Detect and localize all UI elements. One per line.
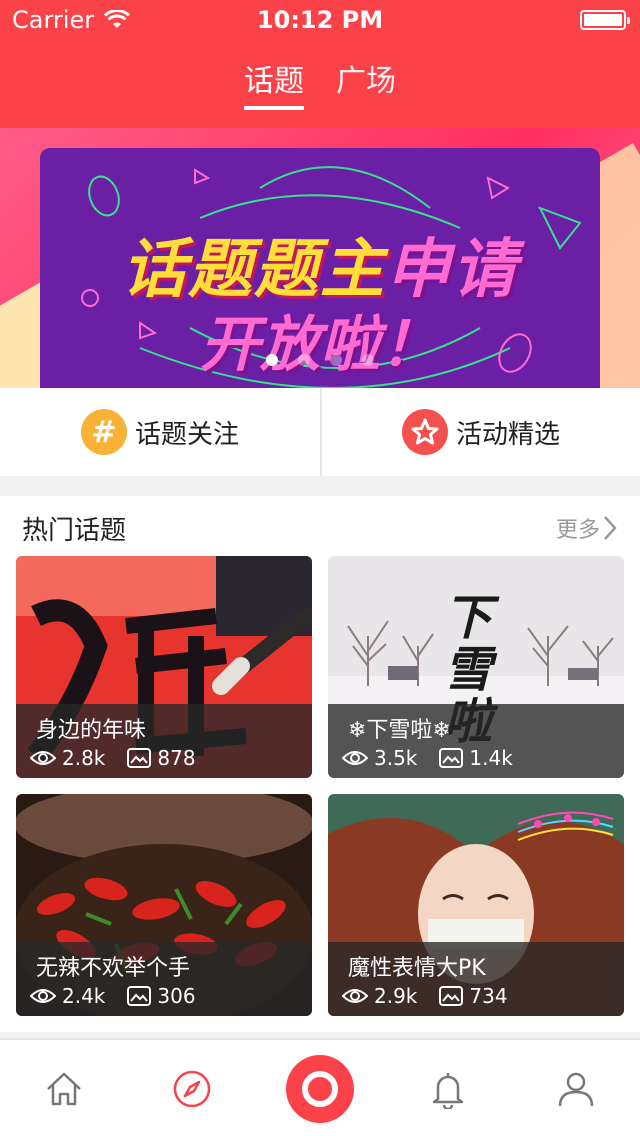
view-count: 2.9k (374, 984, 418, 1008)
topic-title: 无辣不欢举个手 (36, 956, 191, 981)
status-bar: Carrier 10:12 PM (0, 0, 640, 40)
topic-title: 身边的年味 (36, 718, 147, 743)
topic-stats: 3.5k 1.4k (342, 746, 535, 770)
tab-notifications[interactable] (384, 1040, 512, 1136)
image-count: 878 (157, 746, 196, 770)
banner-slide[interactable]: 话题题主申请 开放啦！ (40, 148, 600, 388)
hash-icon: # (80, 409, 127, 455)
follow-topics-label: 话题关注 (134, 419, 239, 450)
topic-title: 魔性表情大PK (348, 956, 486, 981)
topic-caption: 身边的年味 2.8k 878 (16, 704, 312, 778)
topic-card[interactable]: 下雪啦 ❄下雪啦❄ 3.5k 1.4k (328, 556, 624, 778)
record-button[interactable] (256, 1040, 384, 1136)
chevron-right-icon (604, 516, 617, 540)
topic-card[interactable]: 无辣不欢举个手 2.4k 306 (16, 794, 312, 1016)
header: Carrier 10:12 PM 话题 广场 (0, 0, 640, 128)
topic-card[interactable]: 身边的年味 2.8k 878 (16, 556, 312, 778)
image-count: 1.4k (469, 746, 513, 770)
tab-home[interactable] (0, 1040, 128, 1136)
image-icon (439, 748, 464, 768)
tab-square[interactable]: 广场 (336, 62, 396, 110)
view-count: 2.4k (62, 984, 106, 1008)
carousel-dots (40, 354, 600, 366)
record-icon (302, 1071, 338, 1107)
image-count: 734 (469, 984, 508, 1008)
view-count: 3.5k (374, 746, 418, 770)
status-time: 10:12 PM (256, 6, 384, 34)
topic-caption: 魔性表情大PK 2.9k 734 (328, 942, 624, 1016)
battery-icon (580, 10, 630, 30)
quick-actions: # 话题关注 活动精选 (0, 388, 640, 476)
topic-caption: ❄下雪啦❄ 3.5k 1.4k (328, 704, 624, 778)
follow-topics-button[interactable]: # 话题关注 (0, 388, 320, 476)
eye-icon (30, 751, 56, 765)
top-tabs: 话题 广场 (0, 62, 640, 112)
hot-topics-header: 热门话题 更多 (0, 496, 640, 556)
topic-stats: 2.8k 878 (30, 746, 218, 770)
carousel-dot[interactable] (298, 354, 310, 366)
home-icon (47, 1072, 81, 1106)
image-count: 306 (157, 984, 196, 1008)
banner-subline: 开放啦！ (200, 310, 440, 380)
banner-carousel[interactable]: 话题题主申请 开放啦！ (0, 128, 640, 388)
more-label: 更多 (555, 518, 600, 543)
eye-icon (342, 989, 368, 1003)
tab-discover[interactable] (128, 1040, 256, 1136)
featured-events-label: 活动精选 (455, 419, 560, 450)
topic-stats: 2.9k 734 (342, 984, 530, 1008)
record-button-circle (286, 1055, 354, 1123)
carousel-dot[interactable] (330, 354, 342, 366)
carousel-dot[interactable] (362, 354, 374, 366)
topic-stats: 2.4k 306 (30, 984, 218, 1008)
image-icon (439, 986, 464, 1006)
more-link[interactable]: 更多 (556, 512, 618, 544)
tab-topics[interactable]: 话题 (244, 62, 304, 110)
hot-topics-section: 热门话题 更多 身边的年味 2.8k 878 下雪 ❄下雪啦❄ 3.5k 1.4… (0, 496, 640, 1032)
featured-events-button[interactable]: 活动精选 (320, 388, 640, 476)
image-icon (127, 748, 152, 768)
tab-profile[interactable] (512, 1040, 640, 1136)
carousel-dot[interactable] (266, 354, 278, 366)
view-count: 2.8k (62, 746, 106, 770)
image-icon (127, 986, 152, 1006)
topic-caption: 无辣不欢举个手 2.4k 306 (16, 942, 312, 1016)
user-icon (558, 1072, 594, 1107)
section-title: 热门话题 (22, 516, 127, 546)
bottom-tab-bar (0, 1038, 640, 1136)
eye-icon (30, 989, 56, 1003)
topic-card[interactable]: 魔性表情大PK 2.9k 734 (328, 794, 624, 1016)
topic-title: ❄下雪啦❄ (348, 718, 451, 743)
bell-icon (432, 1073, 464, 1109)
compass-icon (173, 1070, 211, 1108)
star-icon (401, 409, 448, 455)
eye-icon (342, 751, 368, 765)
